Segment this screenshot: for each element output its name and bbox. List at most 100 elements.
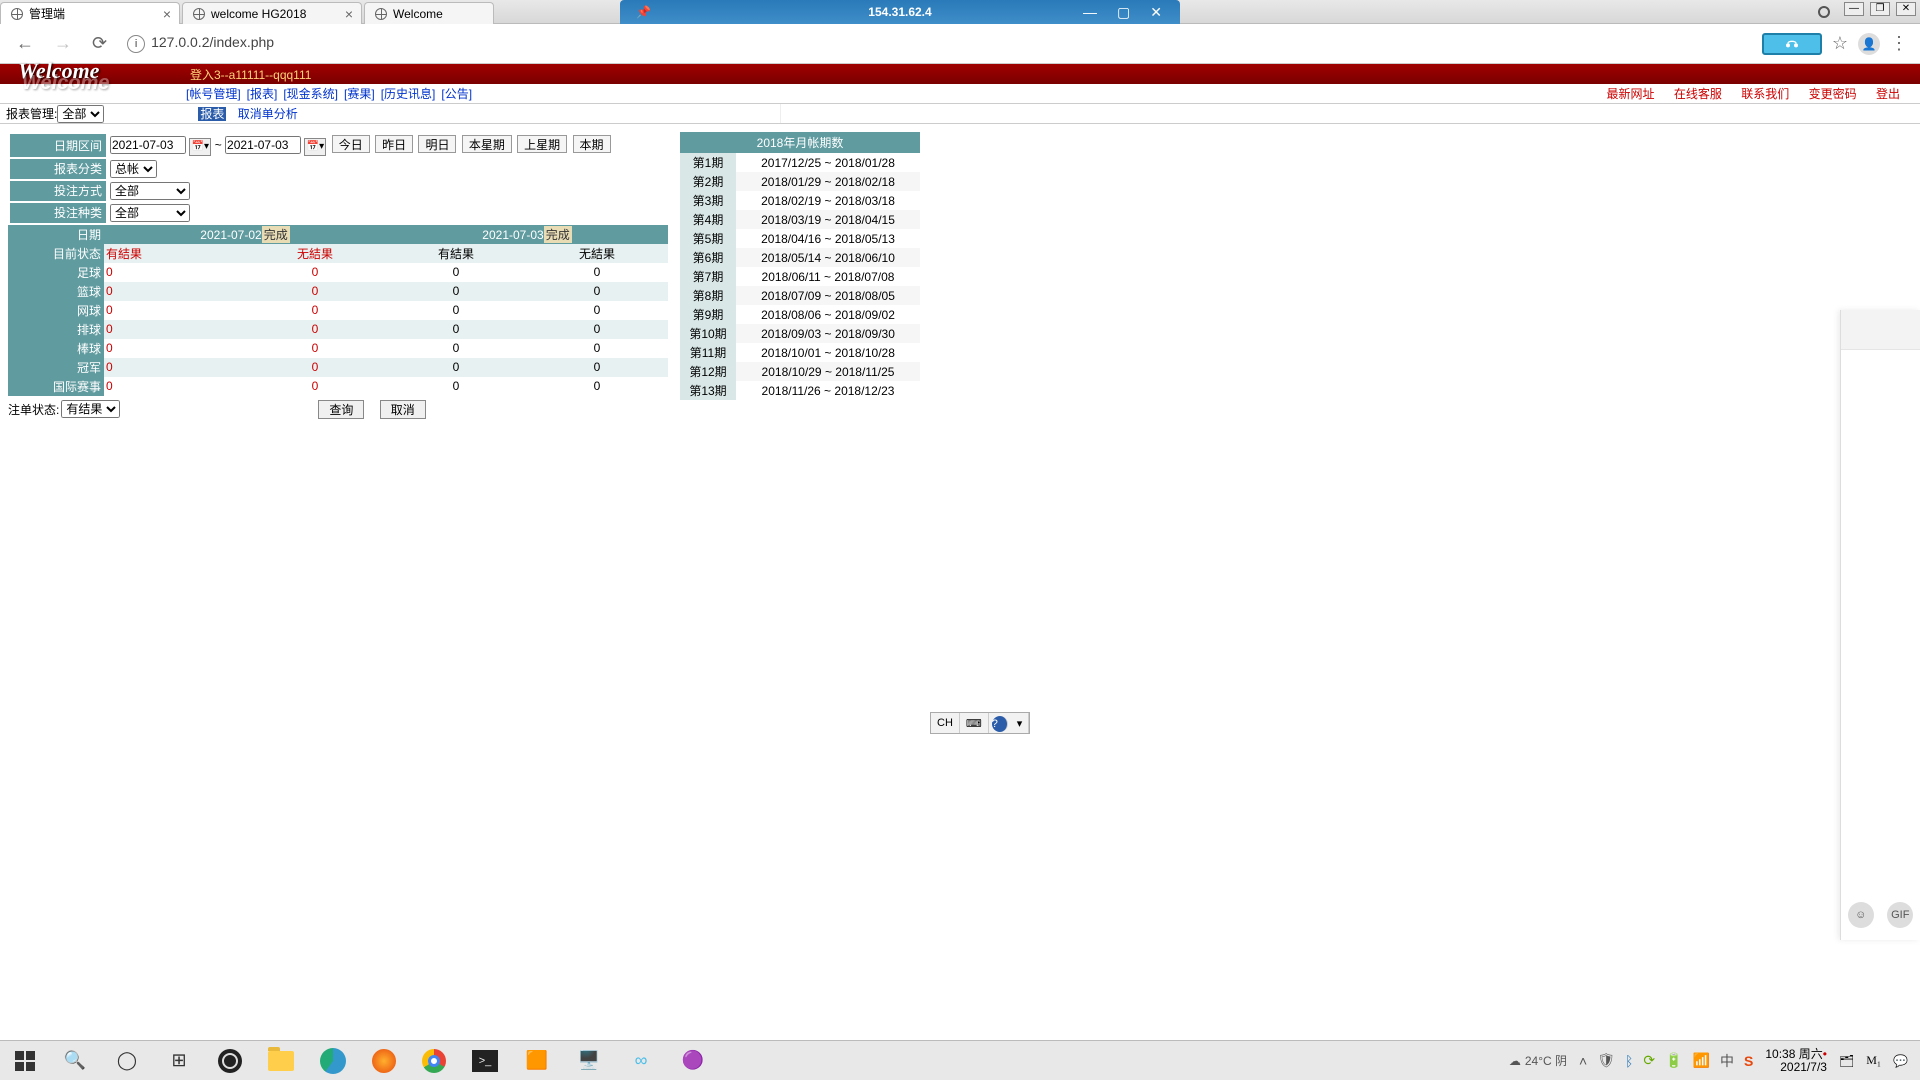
method-label: 投注方式: [10, 181, 106, 201]
calendar-icon[interactable]: 📅▾: [304, 138, 326, 156]
obs-icon[interactable]: [218, 1049, 242, 1073]
weather-widget[interactable]: ☁24°C 阴: [1509, 1052, 1567, 1069]
wifi-icon[interactable]: 📶: [1693, 1052, 1710, 1069]
minimize-icon[interactable]: —: [1083, 4, 1097, 21]
tab-welcome-hg[interactable]: welcome HG2018×: [182, 2, 362, 24]
btn-yesterday[interactable]: 昨日: [375, 135, 413, 153]
period-num: 第7期: [680, 267, 736, 286]
btn-this-period[interactable]: 本期: [573, 135, 611, 153]
app-icon[interactable]: 🖥️: [576, 1048, 602, 1074]
search-icon[interactable]: 🔍: [62, 1048, 88, 1074]
gif-icon[interactable]: GIF: [1887, 902, 1913, 928]
app-icon[interactable]: 🟧: [524, 1048, 550, 1074]
query-button[interactable]: 查询: [318, 400, 364, 419]
notifications-icon[interactable]: 💬: [1893, 1054, 1908, 1068]
cell: 0: [245, 339, 386, 358]
shield-icon[interactable]: 🛡: [1597, 1052, 1615, 1069]
terminal-icon[interactable]: >_: [472, 1050, 498, 1072]
report-mgmt-select[interactable]: 全部: [57, 105, 104, 123]
globe-icon: [11, 8, 23, 20]
tray-app-icon[interactable]: 🗂: [1839, 1054, 1854, 1068]
explorer-icon[interactable]: [268, 1051, 294, 1071]
bookmark-icon[interactable]: ☆: [1832, 33, 1848, 54]
btn-this-week[interactable]: 本星期: [462, 135, 512, 153]
url-field[interactable]: i127.0.0.2/index.php: [123, 34, 1750, 53]
os-close-icon[interactable]: ✕: [1896, 2, 1916, 16]
taskview-icon[interactable]: ⊞: [166, 1048, 192, 1074]
cell: 0: [104, 358, 245, 377]
ime-bar[interactable]: CH ⌨ ? ▾: [930, 712, 1030, 734]
link-change-pw[interactable]: 变更密码: [1809, 87, 1857, 101]
chrome-icon[interactable]: [422, 1049, 446, 1073]
target-icon[interactable]: [1818, 6, 1830, 18]
firefox-icon[interactable]: [372, 1049, 396, 1073]
tray-app-icon[interactable]: M₁: [1866, 1053, 1881, 1068]
tab-admin[interactable]: 管理端×: [0, 2, 180, 24]
close-icon[interactable]: ×: [163, 6, 171, 22]
menu-history[interactable]: [历史讯息]: [381, 85, 436, 102]
pin-icon[interactable]: 📌: [636, 5, 651, 19]
cell: 0: [527, 377, 668, 396]
app-icon[interactable]: 🟣: [680, 1048, 706, 1074]
profile-icon[interactable]: 👤: [1858, 33, 1880, 55]
tab-welcome[interactable]: Welcome: [364, 2, 494, 24]
cloud-app-icon[interactable]: ∞: [628, 1048, 654, 1074]
menu-results[interactable]: [赛果]: [344, 85, 375, 102]
menu-notice[interactable]: [公告]: [441, 85, 472, 102]
reload-icon[interactable]: ⟳: [88, 31, 111, 56]
link-newest-url[interactable]: 最新网址: [1607, 87, 1655, 101]
date-from-input[interactable]: [110, 136, 186, 154]
close-icon[interactable]: ×: [345, 6, 353, 22]
cell: 0: [386, 301, 527, 320]
ime-dropdown-icon[interactable]: ▾: [1011, 713, 1030, 733]
type-select[interactable]: 全部: [110, 204, 190, 222]
date-to-input[interactable]: [225, 136, 301, 154]
os-titlebar: 管理端× welcome HG2018× Welcome 📌 154.31.62…: [0, 0, 1920, 24]
app-menu: [帐号管理] [报表] [现金系统] [赛果] [历史讯息] [公告] 最新网址…: [0, 84, 1920, 104]
clock[interactable]: 10:38 周六• 2021/7/3: [1765, 1048, 1827, 1074]
window-ip: 154.31.62.4: [868, 5, 931, 19]
ime-keyboard-icon[interactable]: ⌨: [960, 713, 989, 733]
sync-icon[interactable]: ⟳: [1643, 1052, 1655, 1069]
info-icon[interactable]: i: [127, 35, 145, 53]
close-icon[interactable]: ✕: [1150, 4, 1162, 21]
category-select[interactable]: 总帐: [110, 160, 157, 178]
link-support[interactable]: 在线客服: [1674, 87, 1722, 101]
os-maximize-icon[interactable]: ❐: [1870, 2, 1890, 16]
maximize-icon[interactable]: ▢: [1117, 4, 1130, 21]
menu-icon[interactable]: ⋮: [1890, 33, 1908, 54]
link-contact[interactable]: 联系我们: [1741, 87, 1789, 101]
ime-tray-icon[interactable]: 中: [1720, 1051, 1734, 1071]
ime-help-icon[interactable]: ?: [992, 716, 1008, 732]
cell: 0: [245, 301, 386, 320]
btn-last-week[interactable]: 上星期: [517, 135, 567, 153]
link-logout[interactable]: 登出: [1876, 87, 1900, 101]
sublink-cancel-analysis[interactable]: 取消单分析: [238, 107, 298, 121]
cell: 0: [245, 263, 386, 282]
sublink-report[interactable]: 报表: [198, 107, 226, 121]
menu-account[interactable]: [帐号管理]: [186, 85, 241, 102]
menu-report[interactable]: [报表]: [247, 85, 278, 102]
btn-today[interactable]: 今日: [332, 135, 370, 153]
battery-icon[interactable]: 🔋: [1665, 1052, 1682, 1069]
bluetooth-icon[interactable]: ᛒ: [1625, 1053, 1633, 1069]
cancel-button[interactable]: 取消: [380, 400, 426, 419]
tilde: ~: [215, 138, 222, 152]
chevron-up-icon[interactable]: ˄: [1579, 1053, 1587, 1069]
cortana-icon[interactable]: ◯: [114, 1048, 140, 1074]
emoji-icon[interactable]: ☺: [1848, 902, 1874, 928]
back-icon[interactable]: ←: [12, 31, 38, 56]
cell: 0: [245, 282, 386, 301]
calendar-icon[interactable]: 📅▾: [189, 138, 211, 156]
start-icon[interactable]: [14, 1050, 36, 1072]
ticket-status-select[interactable]: 有结果: [61, 400, 120, 418]
period-num: 第6期: [680, 248, 736, 267]
menu-cash[interactable]: [现金系统]: [283, 85, 338, 102]
method-select[interactable]: 全部: [110, 182, 190, 200]
ime-lang[interactable]: CH: [931, 713, 960, 733]
sogou-icon[interactable]: S: [1744, 1053, 1753, 1069]
extension-button[interactable]: [1762, 33, 1822, 55]
btn-tomorrow[interactable]: 明日: [418, 135, 456, 153]
edge-icon[interactable]: [320, 1048, 346, 1074]
os-minimize-icon[interactable]: —: [1844, 2, 1864, 16]
